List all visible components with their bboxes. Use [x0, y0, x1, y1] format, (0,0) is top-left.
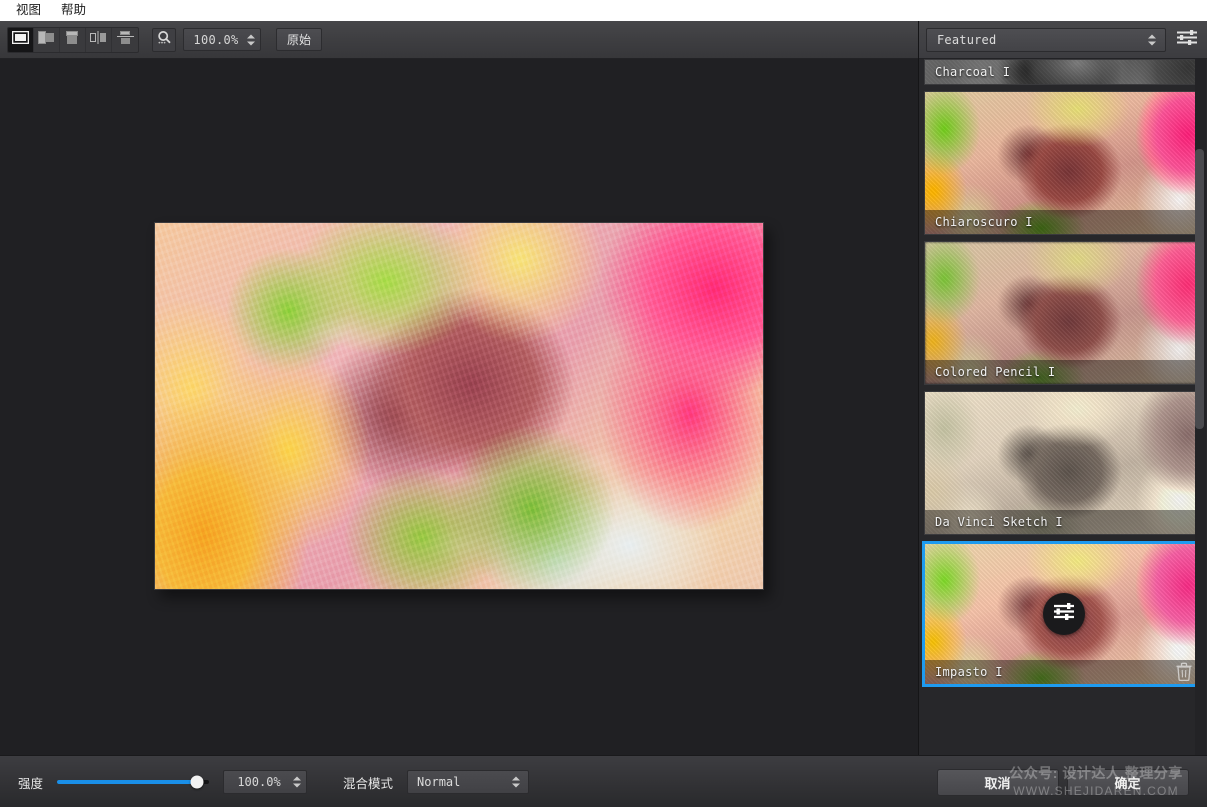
sliders-icon [1176, 29, 1198, 51]
preset-settings-button[interactable] [1042, 593, 1085, 635]
intensity-slider[interactable] [57, 774, 210, 790]
preset-label: Chiaroscuro I [935, 215, 1033, 229]
preset-item-impasto-1[interactable]: Impasto I [922, 541, 1205, 687]
zoom-stepper[interactable] [247, 34, 255, 45]
split-horizontal-icon [64, 30, 81, 49]
bottom-bar-controls: 强度 100.0% 混合模式 Normal [0, 756, 918, 807]
blend-mode-select[interactable]: Normal [407, 770, 530, 794]
presets-scrollbar-thumb[interactable] [1195, 149, 1204, 429]
zoom-level-field[interactable]: 100.0% [183, 28, 261, 51]
blend-mode-label: 混合模式 [343, 776, 394, 791]
intensity-stepper[interactable] [293, 776, 302, 788]
preset-category-value: Featured [937, 32, 997, 47]
bottom-bar: 强度 100.0% 混合模式 Normal 取消 确定 [0, 755, 1207, 807]
preset-category-select[interactable]: Featured [926, 27, 1166, 52]
view-single-button[interactable] [8, 27, 34, 52]
preset-label-bar: Impasto I [925, 660, 1202, 684]
confirm-button[interactable]: 确定 [1066, 768, 1189, 796]
preset-label: Charcoal I [935, 65, 1011, 79]
canvas-area[interactable] [0, 59, 918, 755]
preset-list[interactable]: Charcoal I Chiaroscuro I Colored Pencil … [919, 59, 1207, 755]
preset-label-bar: Da Vinci Sketch I [925, 510, 1202, 534]
view-mode-group [7, 26, 139, 53]
preset-item-da-vinci-sketch-1[interactable]: Da Vinci Sketch I [924, 391, 1203, 535]
presets-panel: Featured Charcoal I Chiaroscuro I Colore… [918, 21, 1207, 755]
preset-item-colored-pencil-1[interactable]: Colored Pencil I [924, 241, 1203, 385]
slider-knob[interactable] [190, 775, 204, 789]
presets-panel-header: Featured [919, 21, 1207, 59]
preset-item-charcoal-1[interactable]: Charcoal I [924, 59, 1203, 85]
canvas-image-wrapper [154, 222, 770, 598]
preset-label-bar: Chiaroscuro I [925, 210, 1202, 234]
preset-thumbnail: Chiaroscuro I [925, 92, 1202, 234]
chevron-down-icon[interactable] [1148, 41, 1156, 45]
preset-label: Da Vinci Sketch I [935, 515, 1063, 529]
presets-scrollbar-track[interactable] [1195, 59, 1206, 755]
preset-item-chiaroscuro-1[interactable]: Chiaroscuro I [924, 91, 1203, 235]
view-split-vertical-button[interactable] [34, 27, 60, 52]
intensity-value-field[interactable]: 100.0% [223, 770, 308, 794]
preset-label-bar: Colored Pencil I [925, 360, 1202, 384]
preset-label-bar: Charcoal I [925, 60, 1202, 84]
chevron-down-icon[interactable] [512, 783, 521, 788]
panel-options-button[interactable] [1174, 28, 1200, 52]
view-split-horizontal-button[interactable] [60, 27, 86, 52]
sliders-icon [1052, 602, 1076, 626]
preset-label: Colored Pencil I [935, 365, 1056, 379]
menu-help[interactable]: 帮助 [53, 1, 94, 20]
magnifier-icon [157, 30, 172, 50]
paint-highlight-layer [155, 223, 763, 589]
app-window: 视图 帮助 100.0% 原始 Featured Charcoal I Chia… [0, 0, 1207, 807]
chevron-up-icon[interactable] [1148, 34, 1156, 38]
zoom-tool-button[interactable] [152, 27, 176, 52]
preset-delete-button[interactable] [1175, 662, 1193, 682]
preset-thumbnail: Colored Pencil I [925, 242, 1202, 384]
split-vertical-icon [38, 30, 55, 49]
side-by-side-icon [90, 30, 107, 49]
dialog-buttons: 取消 确定 [918, 756, 1207, 807]
preset-thumbnail: Charcoal I [925, 60, 1202, 84]
chevron-up-icon[interactable] [247, 34, 255, 38]
original-button[interactable]: 原始 [276, 28, 323, 51]
stacked-icon [116, 30, 134, 49]
preview-image[interactable] [154, 222, 764, 590]
menu-bar: 视图 帮助 [0, 0, 1207, 21]
view-stacked-button[interactable] [112, 28, 138, 52]
menu-view[interactable]: 视图 [8, 1, 49, 20]
blend-mode-stepper[interactable] [512, 776, 521, 788]
intensity-label: 强度 [18, 776, 44, 791]
cancel-button[interactable]: 取消 [936, 768, 1059, 796]
chevron-down-icon[interactable] [247, 41, 255, 45]
preset-label: Impasto I [935, 665, 1003, 679]
preset-thumbnail: Da Vinci Sketch I [925, 392, 1202, 534]
chevron-up-icon[interactable] [512, 776, 521, 781]
single-view-icon [11, 30, 30, 49]
chevron-up-icon[interactable] [293, 776, 302, 781]
slider-fill [57, 780, 197, 784]
chevron-down-icon[interactable] [293, 783, 302, 788]
preset-category-stepper[interactable] [1148, 34, 1156, 45]
preset-thumbnail: Impasto I [925, 544, 1202, 684]
view-side-by-side-button[interactable] [86, 27, 112, 52]
blend-mode-value: Normal [417, 775, 461, 789]
